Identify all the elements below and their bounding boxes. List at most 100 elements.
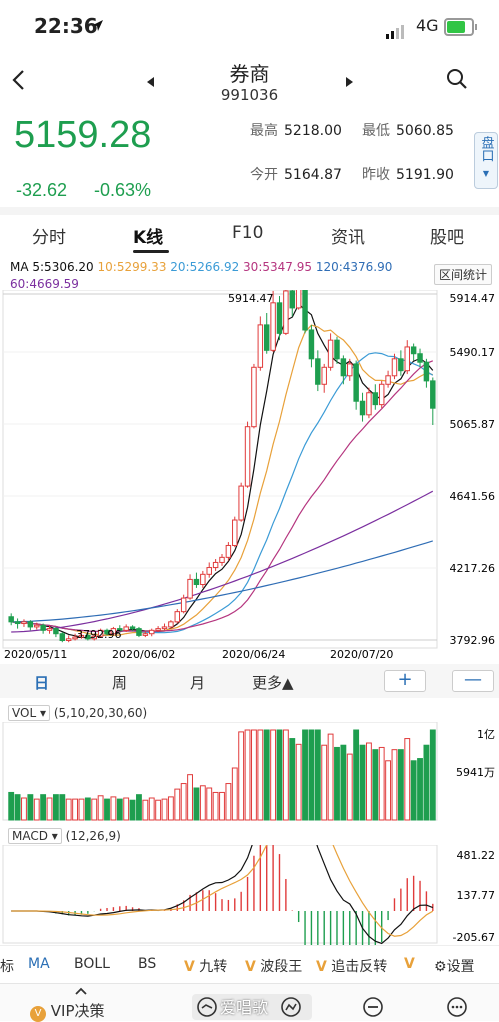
candle bbox=[238, 485, 244, 521]
candle bbox=[372, 392, 379, 406]
candle bbox=[321, 366, 327, 385]
candle bbox=[136, 628, 142, 636]
ma60-value: 60:4669.59 bbox=[10, 277, 79, 291]
next-stock-icon[interactable] bbox=[344, 76, 354, 88]
remove-icon[interactable] bbox=[362, 996, 384, 1018]
volume-bar bbox=[219, 791, 225, 821]
indicator-boll[interactable]: BOLL bbox=[74, 956, 110, 972]
ma5-value: MA 5:5306.20 bbox=[10, 260, 94, 274]
more-icon[interactable] bbox=[446, 996, 468, 1018]
candle bbox=[410, 346, 417, 355]
vol-dropdown[interactable]: VOL ▾ bbox=[8, 705, 50, 721]
volume-bar bbox=[391, 749, 398, 821]
kline-chart[interactable]: 5914.47 5490.17 5065.87 4641.56 4217.26 3792.… bbox=[0, 290, 499, 660]
volume-bar bbox=[180, 783, 187, 821]
bottom-toolbar: V VIP决策 爱唱歌 bbox=[0, 983, 499, 1022]
prev-close-stat: 昨收 5191.90 bbox=[362, 167, 454, 183]
candle bbox=[53, 628, 59, 635]
candle bbox=[257, 324, 264, 368]
volume-bar bbox=[282, 729, 289, 821]
status-time: 22:36 bbox=[34, 14, 98, 38]
volume-bar bbox=[91, 798, 98, 821]
volume-bar bbox=[206, 787, 213, 821]
pankou-button[interactable]: 盘口 ▼ bbox=[474, 132, 498, 189]
candle bbox=[353, 363, 359, 402]
gear-icon: ⚙ bbox=[434, 959, 447, 975]
volume-bar bbox=[276, 729, 283, 821]
indicator-tab-partial[interactable]: 标 bbox=[0, 956, 14, 976]
chevron-up-icon[interactable] bbox=[74, 986, 88, 996]
candle bbox=[168, 621, 174, 628]
candle bbox=[283, 290, 289, 334]
date-axis-label: 2020/05/11 bbox=[4, 648, 67, 660]
volume-bar bbox=[289, 738, 296, 821]
vol-params: (5,10,20,30,60) bbox=[53, 706, 148, 720]
volume-bar bbox=[334, 746, 340, 821]
indicator-boduanwang[interactable]: V 波段王 bbox=[245, 956, 302, 976]
high-stat: 最高 5218.00 bbox=[250, 123, 342, 139]
battery-icon bbox=[444, 18, 477, 36]
period-week[interactable]: 周 bbox=[112, 672, 127, 693]
low-stat: 最低 5060.85 bbox=[362, 123, 454, 139]
candle bbox=[161, 626, 168, 630]
volume-bar bbox=[263, 729, 270, 821]
candle bbox=[340, 358, 347, 377]
candle bbox=[347, 363, 353, 377]
divider bbox=[0, 207, 499, 215]
search-icon[interactable] bbox=[446, 68, 468, 90]
volume-bar bbox=[359, 744, 366, 821]
volume-bar bbox=[417, 758, 423, 821]
chart-icon[interactable] bbox=[280, 996, 302, 1018]
volume-bar bbox=[231, 767, 238, 821]
volume-bar bbox=[167, 796, 174, 821]
volume-bar bbox=[251, 729, 257, 821]
max-price-marker: 5914.47 bbox=[228, 292, 274, 305]
vip-mark-icon: V bbox=[245, 959, 256, 975]
volume-bar bbox=[385, 760, 392, 821]
candle bbox=[34, 624, 40, 628]
indicator-bs[interactable]: BS bbox=[138, 956, 156, 972]
volume-bar bbox=[423, 744, 430, 821]
candle bbox=[232, 519, 238, 546]
range-stat-button[interactable]: 区间统计 bbox=[434, 264, 493, 285]
macd-dropdown[interactable]: MACD ▾ bbox=[8, 828, 62, 844]
volume-bar bbox=[225, 783, 232, 821]
volume-bar bbox=[59, 794, 66, 821]
indicator-zhuiji[interactable]: V 追击反转 bbox=[316, 956, 387, 976]
candle bbox=[206, 567, 212, 575]
price-change-pct: -0.63% bbox=[94, 180, 152, 200]
candle bbox=[129, 626, 136, 630]
volume-bar bbox=[72, 798, 79, 821]
tab-kline[interactable]: K线 bbox=[133, 223, 163, 248]
candle bbox=[315, 358, 321, 385]
zoom-out-button[interactable]: — bbox=[452, 670, 494, 692]
indicator-jiuzhuan[interactable]: V 九转 bbox=[184, 956, 227, 976]
macd-header: MACD ▾ (12,26,9) bbox=[8, 828, 121, 844]
tab-intraday[interactable]: 分时 bbox=[32, 223, 66, 248]
indicator-settings[interactable]: ⚙设置 bbox=[434, 956, 475, 976]
candle bbox=[366, 392, 372, 416]
candle bbox=[302, 290, 308, 331]
tab-f10[interactable]: F10 bbox=[232, 223, 263, 243]
stock-code: 991036 bbox=[220, 86, 279, 104]
macd-axis-label: 137.77 bbox=[457, 889, 496, 902]
period-month[interactable]: 月 bbox=[190, 672, 205, 693]
volume-chart[interactable]: 1亿 5941万 bbox=[0, 722, 499, 822]
period-more[interactable]: 更多▲ bbox=[252, 672, 294, 693]
candle bbox=[404, 346, 410, 372]
candle bbox=[21, 621, 27, 625]
period-day[interactable]: 日 bbox=[34, 672, 49, 693]
candle bbox=[417, 353, 423, 363]
zoom-in-button[interactable]: + bbox=[384, 670, 426, 692]
tab-forum[interactable]: 股吧 bbox=[430, 223, 464, 248]
tab-news[interactable]: 资讯 bbox=[331, 223, 365, 248]
indicator-ma[interactable]: MA bbox=[28, 956, 50, 972]
candle bbox=[212, 561, 219, 569]
volume-bar bbox=[308, 729, 315, 821]
candle bbox=[59, 633, 66, 642]
trend-icon[interactable] bbox=[196, 996, 218, 1018]
volume-bar bbox=[65, 798, 72, 821]
vip-decision-button[interactable]: V VIP决策 bbox=[30, 1000, 105, 1022]
macd-chart[interactable]: 481.22 137.77 -205.67 bbox=[0, 845, 499, 945]
volume-bar bbox=[346, 753, 353, 821]
